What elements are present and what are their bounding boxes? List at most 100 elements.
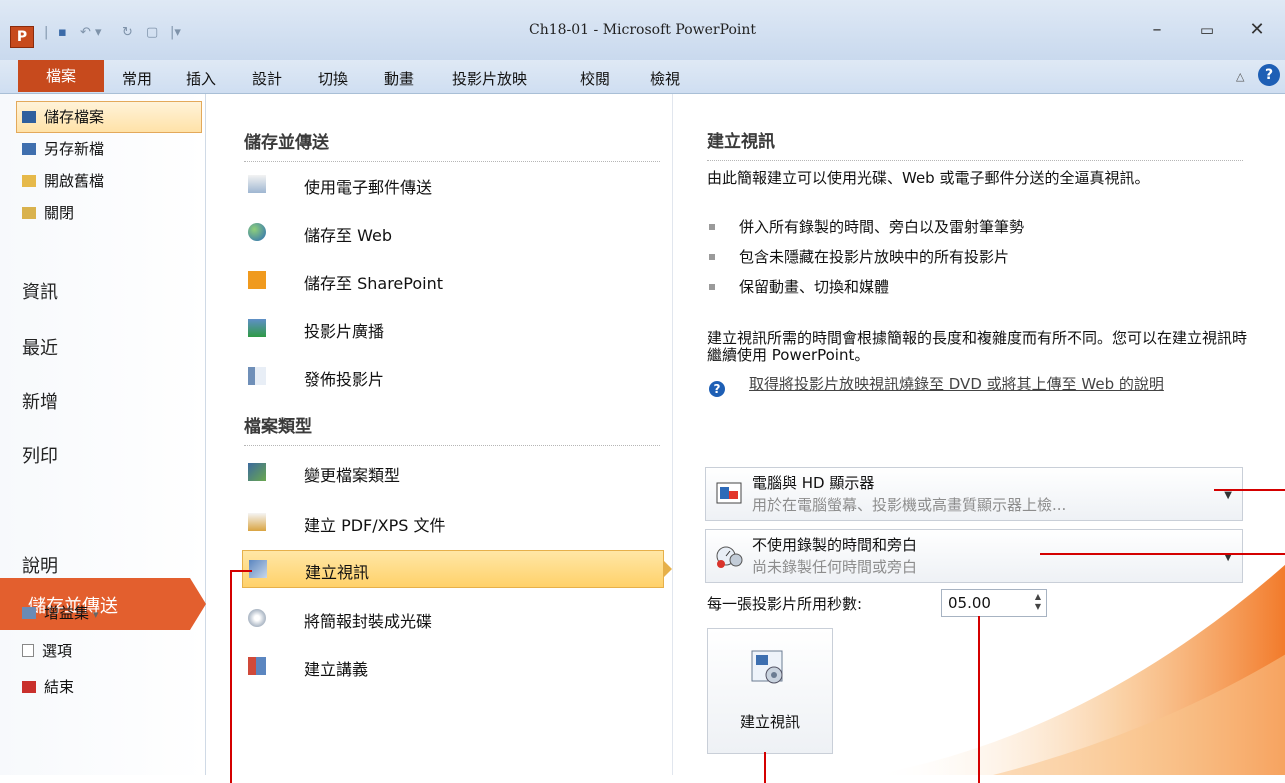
- package-cd-item[interactable]: 將簡報封裝成光碟: [242, 600, 662, 636]
- publish-slides-label: 發佈投影片: [304, 370, 385, 389]
- callout-line: [764, 752, 766, 783]
- seconds-per-slide-label: 每一張投影片所用秒數:: [707, 595, 863, 613]
- broadcast-icon: [248, 319, 266, 337]
- change-file-type-item[interactable]: 變更檔案類型: [242, 454, 662, 490]
- email-icon: [248, 175, 266, 193]
- exit-icon: [22, 681, 36, 693]
- spinner-icon[interactable]: ▲ ▼: [1032, 592, 1044, 614]
- callout-line: [230, 570, 252, 572]
- nav-help[interactable]: 說明: [22, 552, 58, 578]
- seconds-per-slide-input[interactable]: 05.00 ▲ ▼: [941, 589, 1047, 617]
- save-to-web-item[interactable]: 儲存至 Web: [242, 214, 662, 250]
- tab-view[interactable]: 檢視: [650, 68, 680, 89]
- handout-icon: [248, 657, 266, 675]
- addins-command[interactable]: 增益集 ▾: [22, 602, 99, 623]
- close-label: 關閉: [44, 204, 75, 222]
- open-command[interactable]: 開啟舊檔: [22, 170, 104, 191]
- addins-icon: [22, 607, 36, 619]
- backstage-sidebar: 儲存檔案 另存新檔 開啟舊檔 關閉 資訊 最近 新增 列印 儲存並傳送 說明 增…: [0, 94, 206, 775]
- close-command[interactable]: 關閉: [22, 202, 74, 223]
- chevron-down-icon: ▼: [1224, 490, 1232, 501]
- save-label: 儲存檔案: [44, 108, 105, 126]
- callout-line: [230, 570, 232, 783]
- save-to-sharepoint-item[interactable]: 儲存至 SharePoint: [242, 262, 662, 298]
- create-handouts-item[interactable]: 建立講義: [242, 648, 662, 684]
- cd-icon: [248, 609, 266, 627]
- create-video-label: 建立視訊: [305, 563, 370, 582]
- create-video-title: 建立視訊: [707, 127, 1243, 161]
- section-title-save-send: 儲存並傳送: [244, 128, 660, 162]
- powerpoint-window: P | ▪ ↶ ▾ ↻ ▢ |▾ Ch18-01 - Microsoft Pow…: [0, 0, 1285, 775]
- bullet-item: 包含未隱藏在投影片放映中的所有投影片: [709, 246, 1009, 267]
- save-as-command[interactable]: 另存新檔: [22, 138, 104, 159]
- save-to-sharepoint-label: 儲存至 SharePoint: [304, 274, 443, 293]
- options-command[interactable]: 選項: [22, 640, 72, 661]
- nav-info[interactable]: 資訊: [22, 278, 58, 304]
- sharepoint-icon: [248, 271, 266, 289]
- globe-icon: [248, 223, 266, 241]
- exit-command[interactable]: 結束: [22, 676, 74, 697]
- change-type-icon: [248, 463, 266, 481]
- tab-transitions[interactable]: 切換: [318, 68, 348, 89]
- title-bar: P | ▪ ↶ ▾ ↻ ▢ |▾ Ch18-01 - Microsoft Pow…: [0, 0, 1285, 60]
- save-as-icon: [22, 143, 36, 155]
- save-icon: [22, 111, 36, 123]
- publish-slides-item[interactable]: 發佈投影片: [242, 358, 662, 394]
- send-email-item[interactable]: 使用電子郵件傳送: [242, 166, 662, 202]
- stopwatch-icon: [716, 546, 743, 568]
- tab-design[interactable]: 設計: [252, 68, 282, 89]
- save-to-web-label: 儲存至 Web: [304, 226, 392, 245]
- save-and-send-pane: 儲存並傳送 使用電子郵件傳送 儲存至 Web 儲存至 SharePoint 投影…: [206, 94, 672, 775]
- create-handouts-label: 建立講義: [304, 660, 369, 679]
- create-pdf-label: 建立 PDF/XPS 文件: [304, 516, 446, 535]
- timings-narration-subtitle: 尚未錄製任何時間或旁白: [752, 558, 918, 576]
- maximize-icon[interactable]: ▭: [1192, 18, 1222, 42]
- nav-recent[interactable]: 最近: [22, 334, 58, 360]
- seconds-per-slide-value: 05.00: [948, 594, 991, 612]
- nav-print[interactable]: 列印: [22, 442, 58, 468]
- create-video-button-label: 建立視訊: [739, 713, 800, 731]
- nav-new[interactable]: 新增: [22, 388, 58, 414]
- tab-home[interactable]: 常用: [122, 68, 152, 89]
- options-icon: [22, 644, 34, 657]
- close-folder-icon: [22, 207, 36, 219]
- tab-animations[interactable]: 動畫: [384, 68, 414, 89]
- broadcast-item[interactable]: 投影片廣播: [242, 310, 662, 346]
- create-video-intro: 由此簡報建立可以使用光碟、Web 或電子郵件分送的全逼真視訊。: [707, 169, 1150, 187]
- create-video-button[interactable]: 建立視訊: [707, 628, 833, 754]
- bullet-item: 併入所有錄製的時間、旁白以及雷射筆筆勢: [709, 216, 1024, 237]
- save-command[interactable]: 儲存檔案: [22, 106, 104, 127]
- create-pdf-item[interactable]: 建立 PDF/XPS 文件: [242, 504, 662, 540]
- timings-narration-dropdown[interactable]: 不使用錄製的時間和旁白 尚未錄製任何時間或旁白 ▼: [705, 529, 1243, 583]
- monitor-icon: [716, 482, 742, 504]
- save-as-label: 另存新檔: [44, 140, 105, 158]
- display-quality-title: 電腦與 HD 顯示器: [752, 474, 875, 492]
- display-quality-dropdown[interactable]: 電腦與 HD 顯示器 用於在電腦螢幕、投影機或高畫質顯示器上檢... ▼: [705, 467, 1243, 521]
- open-label: 開啟舊檔: [44, 172, 105, 190]
- tab-review[interactable]: 校閱: [580, 68, 610, 89]
- tab-file[interactable]: 檔案: [18, 60, 104, 92]
- broadcast-label: 投影片廣播: [304, 322, 385, 341]
- callout-line: [1214, 489, 1285, 491]
- addins-dropdown-icon: ▾: [93, 608, 99, 621]
- change-file-type-label: 變更檔案類型: [304, 466, 401, 485]
- tab-insert[interactable]: 插入: [186, 68, 216, 89]
- help-link-icon: ?: [709, 381, 725, 397]
- video-icon: [249, 560, 267, 578]
- package-cd-label: 將簡報封裝成光碟: [304, 612, 433, 631]
- close-icon[interactable]: ✕: [1242, 18, 1272, 42]
- ribbon-tabs: 檔案 常用 插入 設計 切換 動畫 投影片放映 校閱 檢視 △ ?: [0, 60, 1285, 94]
- minimize-icon[interactable]: –: [1142, 18, 1172, 42]
- send-email-label: 使用電子郵件傳送: [304, 178, 433, 197]
- dvd-help-link[interactable]: 取得將投影片放映視訊燒錄至 DVD 或將其上傳至 Web 的說明: [749, 376, 1229, 393]
- publish-icon: [248, 367, 266, 385]
- status-strip: [0, 775, 1285, 783]
- options-label: 選項: [42, 642, 73, 660]
- create-video-item[interactable]: 建立視訊: [242, 550, 672, 588]
- callout-line: [978, 616, 980, 783]
- window-title: Ch18-01 - Microsoft PowerPoint: [528, 22, 756, 38]
- collapse-ribbon-icon[interactable]: △: [1236, 70, 1244, 83]
- tab-slideshow[interactable]: 投影片放映: [452, 68, 527, 89]
- help-icon[interactable]: ?: [1258, 64, 1280, 86]
- section-title-file-types: 檔案類型: [244, 412, 660, 446]
